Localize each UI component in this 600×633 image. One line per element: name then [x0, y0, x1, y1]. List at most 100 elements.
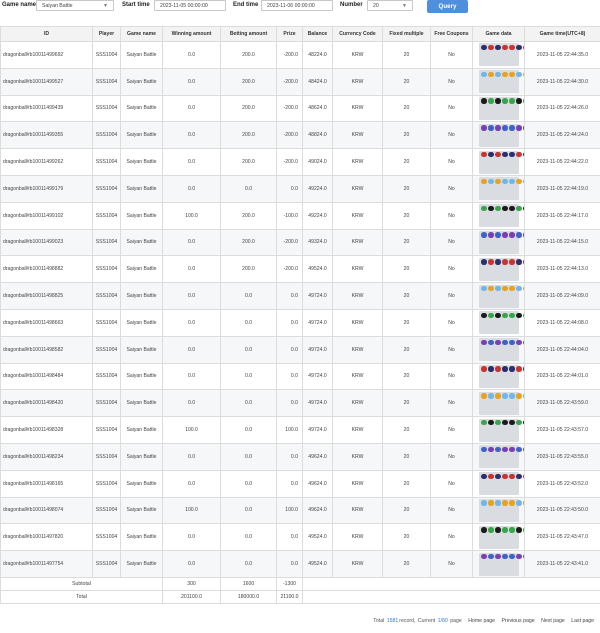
slot-symbol-grid[interactable] — [478, 552, 524, 576]
number-select[interactable]: 20 ▼ — [367, 0, 413, 11]
row-player: SSS1004 — [92, 389, 121, 418]
row-currency: KRW — [332, 442, 383, 471]
slot-symbol-grid[interactable] — [478, 364, 524, 388]
slot-symbol-grid[interactable] — [478, 445, 524, 469]
column-header: Winning amount — [162, 26, 221, 42]
row-id: dragonball#b10011498420 — [0, 389, 93, 418]
table-row: dragonball#b10011499527 SSS1004 Saiyan Bat… — [0, 67, 600, 96]
column-header: Game time(UTC+8) — [524, 26, 600, 42]
table-row: dragonball#b10011499262 SSS1004 Saiyan Bat… — [0, 148, 600, 176]
row-winning-amount: 0.0 — [162, 174, 221, 203]
row-game-data — [472, 308, 525, 337]
slot-symbol-icon — [502, 473, 508, 479]
slot-symbol-icon — [509, 553, 515, 560]
slot-symbol-grid[interactable] — [478, 257, 524, 281]
row-id: dragonball#b10011498663 — [0, 308, 93, 337]
end-time-input[interactable]: 2023-11-06 00:00:00 — [261, 0, 333, 11]
slot-symbol-grid[interactable] — [478, 311, 524, 335]
previous-page-link[interactable]: Previous page — [501, 618, 534, 624]
row-currency: KRW — [332, 121, 383, 150]
slot-symbol-icon — [516, 446, 522, 453]
subtotal-prize: -1300 — [276, 576, 303, 591]
row-balance: 49724.0 — [302, 335, 333, 364]
row-currency: KRW — [332, 94, 383, 123]
row-player: SSS1004 — [92, 335, 121, 364]
slot-symbol-grid[interactable] — [478, 284, 524, 308]
row-id: dragonball#b10011498165 — [0, 469, 93, 498]
slot-symbol-icon — [516, 500, 522, 506]
slot-symbol-grid[interactable] — [478, 230, 524, 254]
row-id: dragonball#b10011499355 — [0, 121, 93, 150]
query-button[interactable]: Query — [427, 0, 468, 13]
table-row: dragonball#b10011497754 SSS1004 Saiyan Bat… — [0, 550, 600, 578]
row-currency: KRW — [332, 174, 383, 203]
row-fixed-multiple: 20 — [382, 335, 431, 364]
pager-total-prefix: Total — [373, 618, 385, 624]
row-free-coupons: No — [430, 255, 473, 284]
table-body: dragonball#b10011499692 SSS1004 Saiyan Bat… — [0, 41, 600, 578]
slot-symbol-grid[interactable] — [478, 70, 524, 94]
row-currency: KRW — [332, 496, 383, 525]
slot-symbol-icon — [502, 419, 508, 426]
row-betting-amount: 200.0 — [220, 255, 277, 284]
row-prize: -200.0 — [276, 94, 303, 123]
slot-symbol-icon — [509, 527, 515, 533]
slot-symbol-icon — [516, 285, 522, 292]
row-currency: KRW — [332, 469, 383, 498]
row-game-data — [472, 201, 525, 230]
row-currency: KRW — [332, 282, 383, 310]
row-prize: 0.0 — [276, 282, 303, 310]
slot-symbol-grid[interactable] — [478, 96, 524, 120]
row-free-coupons: No — [430, 148, 473, 176]
table-row: dragonball#b10011498234 SSS1004 Saiyan Bat… — [0, 442, 600, 471]
last-page-link[interactable]: Last page — [571, 618, 594, 624]
slot-symbol-icon — [509, 232, 515, 238]
row-winning-amount: 0.0 — [162, 121, 221, 150]
row-game-time: 2023-11-05 22:44:30.0 — [524, 67, 600, 96]
start-time-input[interactable]: 2023-11-05 00:00:00 — [154, 0, 226, 11]
slot-symbol-grid[interactable] — [478, 498, 524, 522]
row-player: SSS1004 — [92, 94, 121, 123]
row-currency: KRW — [332, 41, 383, 69]
row-id: dragonball#b10011498582 — [0, 335, 93, 364]
slot-symbol-grid[interactable] — [478, 150, 524, 174]
row-betting-amount: 0.0 — [220, 496, 277, 525]
row-winning-amount: 0.0 — [162, 255, 221, 284]
row-fixed-multiple: 20 — [382, 94, 431, 123]
row-id: dragonball#b10011497754 — [0, 550, 93, 578]
row-game-data — [472, 67, 525, 96]
game-name-select[interactable]: Saiyan Battle ▼ — [36, 0, 114, 11]
slot-symbol-icon — [488, 205, 494, 211]
subtotal-winning: 300 — [162, 576, 221, 591]
slot-symbol-icon — [516, 259, 522, 265]
slot-symbol-grid[interactable] — [478, 391, 524, 415]
slot-symbol-grid[interactable] — [478, 123, 524, 147]
slot-symbol-icon — [509, 446, 515, 453]
row-fixed-multiple: 20 — [382, 442, 431, 471]
table-row: dragonball#b10011498484 SSS1004 Saiyan Bat… — [0, 362, 600, 391]
slot-symbol-icon — [516, 125, 522, 131]
slot-symbol-grid[interactable] — [478, 204, 524, 228]
row-game-name: Saiyan Battle — [120, 67, 163, 96]
row-fixed-multiple: 20 — [382, 523, 431, 552]
row-game-name: Saiyan Battle — [120, 41, 163, 69]
slot-symbol-grid[interactable] — [478, 418, 524, 442]
row-free-coupons: No — [430, 282, 473, 310]
total-label: Total — [0, 589, 163, 604]
slot-symbol-grid[interactable] — [478, 338, 524, 362]
slot-symbol-icon — [502, 44, 508, 51]
row-game-name: Saiyan Battle — [120, 523, 163, 552]
home-page-link[interactable]: Home page — [468, 618, 495, 624]
next-page-link[interactable]: Next page — [541, 618, 565, 624]
pager-total-suffix: record, — [399, 618, 416, 624]
row-winning-amount: 100.0 — [162, 496, 221, 525]
slot-symbol-icon — [502, 312, 508, 319]
slot-symbol-grid[interactable] — [478, 43, 524, 67]
row-winning-amount: 100.0 — [162, 416, 221, 444]
slot-symbol-grid[interactable] — [478, 177, 524, 201]
slot-symbol-icon — [481, 393, 487, 399]
total-winning: 201100.0 — [162, 589, 221, 604]
slot-symbol-grid[interactable] — [478, 472, 524, 496]
table-row: dragonball#b10011499355 SSS1004 Saiyan Bat… — [0, 121, 600, 150]
slot-symbol-grid[interactable] — [478, 525, 524, 549]
